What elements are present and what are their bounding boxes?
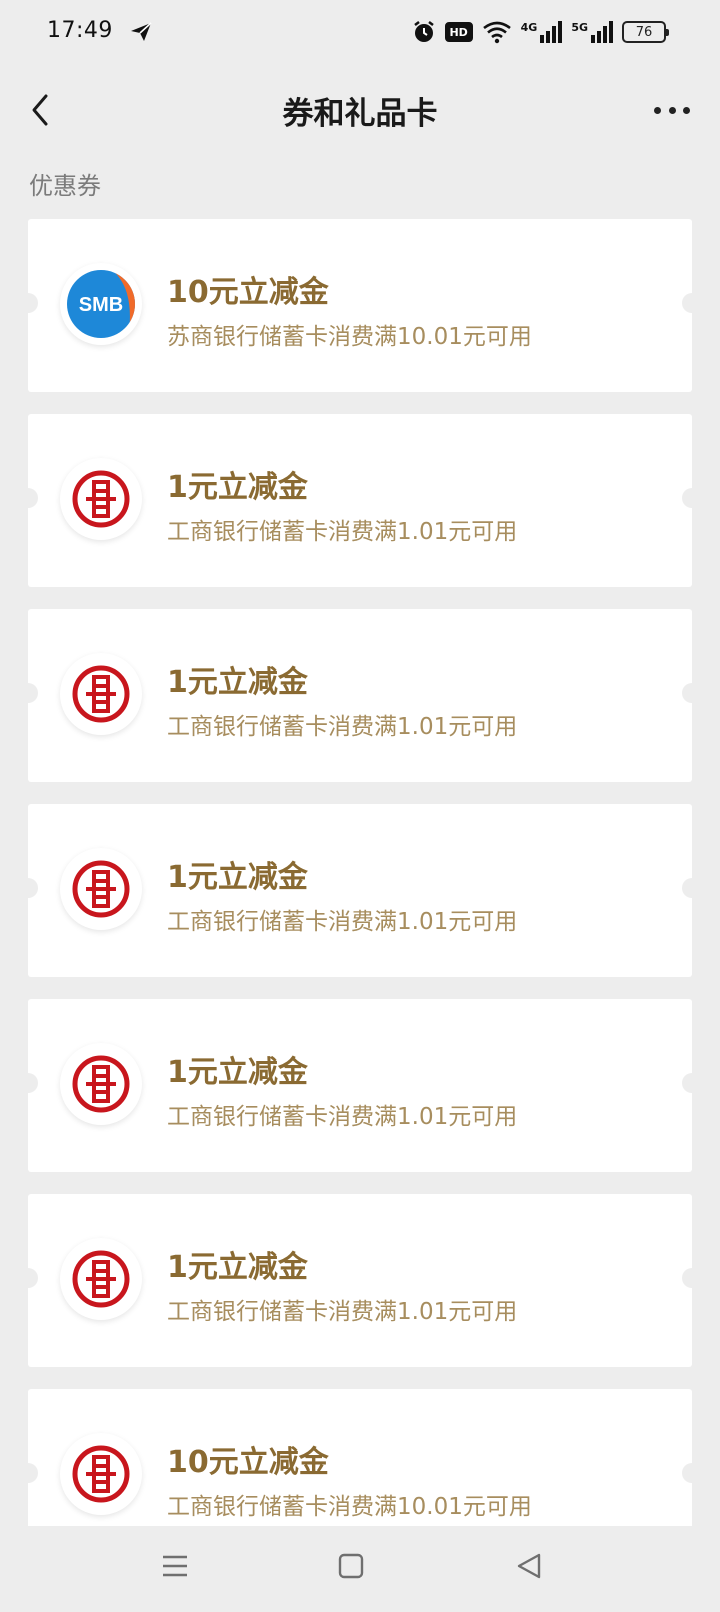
status-icons: HD 4G 5G 76 <box>412 18 669 46</box>
section-label-coupons: 优惠券 <box>29 172 101 200</box>
coupon-condition: 工商银行储蓄卡消费满1.01元可用 <box>167 1104 518 1130</box>
status-bar: 17:49 HD 4G 5G 76 <box>0 0 720 66</box>
coupon-title: 1元立减金 <box>167 665 308 700</box>
battery-icon: 76 <box>622 21 669 43</box>
coupon-list: SMB 10元立减金 苏商银行储蓄卡消费满10.01元可用 1元立减金 工商银行… <box>18 219 702 1584</box>
ticket-notch <box>682 1268 702 1288</box>
ticket-notch <box>18 683 38 703</box>
coupon-card[interactable]: 1元立减金 工商银行储蓄卡消费满1.01元可用 <box>18 414 702 587</box>
ticket-notch <box>18 878 38 898</box>
more-dot-icon <box>668 106 676 114</box>
coupon-card[interactable]: 1元立减金 工商银行储蓄卡消费满1.01元可用 <box>18 609 702 782</box>
icbc-logo-icon <box>72 860 130 918</box>
icbc-logo-icon <box>72 1055 130 1113</box>
coupon-condition: 工商银行储蓄卡消费满1.01元可用 <box>167 714 518 740</box>
more-options-button[interactable] <box>648 90 696 130</box>
home-button[interactable] <box>331 1546 371 1586</box>
smb-logo-text: SMB <box>79 294 123 316</box>
more-dot-icon <box>683 106 690 114</box>
square-home-icon <box>338 1553 364 1579</box>
icbc-bank-logo-icon <box>60 848 142 930</box>
cellular-signal-5g: 5G <box>571 21 613 43</box>
coupon-condition: 工商银行储蓄卡消费满1.01元可用 <box>167 909 518 935</box>
coupon-card[interactable]: SMB 10元立减金 苏商银行储蓄卡消费满10.01元可用 <box>18 219 702 392</box>
coupon-condition: 工商银行储蓄卡消费满1.01元可用 <box>167 1299 518 1325</box>
coupon-title: 10元立减金 <box>167 1445 329 1480</box>
alarm-icon <box>413 21 434 42</box>
network-type-label: 4G <box>520 21 538 34</box>
system-navigation-bar <box>0 1526 720 1612</box>
icbc-logo-icon <box>72 1250 130 1308</box>
page-title: 券和礼品卡 <box>282 96 438 132</box>
coupon-condition: 工商银行储蓄卡消费满10.01元可用 <box>167 1494 532 1520</box>
icbc-logo-icon <box>72 470 130 528</box>
more-dot-icon <box>654 106 661 114</box>
hd-voice-icon: HD <box>444 22 473 42</box>
coupons-page: 17:49 HD 4G 5G 76 券和礼品卡 优惠券 SMB 10元立减金 苏… <box>0 0 720 1612</box>
coupon-title: 1元立减金 <box>167 1055 308 1090</box>
ticket-notch <box>682 293 702 313</box>
coupon-title: 10元立减金 <box>167 275 329 310</box>
cellular-signal-4g: 4G <box>521 21 563 43</box>
coupon-condition: 苏商银行储蓄卡消费满10.01元可用 <box>167 324 532 350</box>
telegram-send-icon <box>131 22 152 41</box>
icbc-bank-logo-icon <box>60 458 142 540</box>
coupon-card[interactable]: 1元立减金 工商银行储蓄卡消费满1.01元可用 <box>18 999 702 1172</box>
icbc-bank-logo-icon <box>60 653 142 735</box>
ticket-notch <box>682 488 702 508</box>
smb-logo-icon: SMB <box>67 270 135 338</box>
system-back-button[interactable] <box>509 1546 549 1586</box>
coupon-title: 1元立减金 <box>167 860 308 895</box>
icbc-bank-logo-icon <box>60 1433 142 1515</box>
coupon-condition: 工商银行储蓄卡消费满1.01元可用 <box>167 519 518 545</box>
triangle-back-icon <box>517 1553 541 1579</box>
ticket-notch <box>682 878 702 898</box>
smb-bank-logo-icon: SMB <box>60 263 142 345</box>
ticket-notch <box>18 1268 38 1288</box>
nav-bar: 券和礼品卡 <box>0 66 720 156</box>
coupon-title: 1元立减金 <box>167 470 308 505</box>
ticket-notch <box>18 1463 38 1483</box>
coupon-title: 1元立减金 <box>167 1250 308 1285</box>
menu-button[interactable] <box>155 1546 195 1586</box>
ticket-notch <box>18 1073 38 1093</box>
ticket-notch <box>682 1463 702 1483</box>
coupon-card[interactable]: 1元立减金 工商银行储蓄卡消费满1.01元可用 <box>18 1194 702 1367</box>
wifi-icon <box>482 21 511 44</box>
icbc-logo-icon <box>72 1445 130 1503</box>
ticket-notch <box>682 1073 702 1093</box>
icbc-logo-icon <box>72 665 130 723</box>
signal-bars-icon <box>540 21 563 43</box>
ticket-notch <box>682 683 702 703</box>
signal-bars-icon <box>591 21 613 43</box>
ticket-notch <box>18 293 38 313</box>
network-type-label: 5G <box>571 21 588 34</box>
icbc-bank-logo-icon <box>60 1043 142 1125</box>
status-time: 17:49 <box>47 18 113 43</box>
menu-lines-icon <box>163 1555 187 1577</box>
ticket-notch <box>18 488 38 508</box>
coupon-card[interactable]: 1元立减金 工商银行储蓄卡消费满1.01元可用 <box>18 804 702 977</box>
icbc-bank-logo-icon <box>60 1238 142 1320</box>
